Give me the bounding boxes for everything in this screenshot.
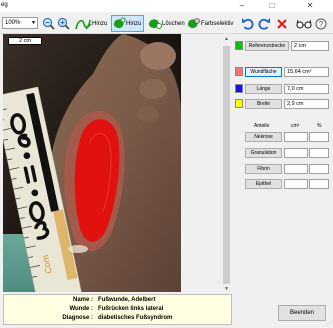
wound-photo: Com [3,34,181,292]
add-area-label: Hinzu [126,20,142,27]
red-x-icon [277,18,287,29]
wound-location-value: Fußrücken links lateral [98,306,164,312]
area-delete-icon [149,19,162,29]
necrosis-button[interactable]: Nekrose [245,132,282,142]
unit-cm2-label: cm² [291,123,300,129]
undo-icon [242,18,254,30]
unit-percent-label: % [317,123,322,129]
reference-swatch [235,41,243,50]
epithel-button[interactable]: Epithel [245,179,282,189]
scroll-down-icon[interactable]: ▼ [222,286,231,292]
zoom-in-icon [57,17,70,30]
fibrin-button[interactable]: Fibrin [245,164,282,174]
redo-icon [258,18,270,30]
granulation-percent [309,148,329,158]
view-options-button[interactable] [296,15,312,32]
toolbar: 100% ▼ Hinzu Hinzu Löschen Farbselektiv … [0,12,333,34]
maximize-icon[interactable]: □ [262,1,282,11]
granulation-cm2 [284,148,308,158]
finish-button[interactable]: Beenden [278,305,326,321]
scroll-thumb[interactable] [223,46,230,284]
zoom-out-icon [42,17,55,30]
parts-label: Anteile [254,123,270,129]
add-outline-label: Hinzu [92,20,108,27]
close-icon[interactable]: ✕ [300,1,320,11]
color-selective-icon [188,18,200,29]
width-value: 2,9 cm [284,99,329,109]
zoom-out-button[interactable] [42,15,55,32]
title-bar: eg – □ ✕ [0,0,333,12]
scale-label: 2 cm [8,37,42,45]
zoom-in-button[interactable] [57,15,70,32]
wound-location-key: Wunde : [69,306,93,312]
redo-button[interactable] [258,15,271,32]
length-value: 7,0 cm [284,84,329,94]
epithel-cm2 [284,179,308,189]
patient-info: Name : Fußwunde, Adelbert Wunde : Fußrüc… [3,294,232,325]
length-swatch [235,84,243,93]
color-selective-button[interactable]: Farbselektiv [186,15,233,32]
color-selective-label: Farbselektiv [201,20,234,27]
fibrin-percent [309,164,329,174]
glasses-icon [296,19,312,29]
window-title: eg [1,2,8,8]
necrosis-cm2 [284,132,308,142]
delete-button[interactable] [276,15,288,32]
epithel-percent [309,179,329,189]
add-area-button[interactable]: Hinzu [111,15,144,32]
svg-text:?: ? [319,20,324,29]
zoom-select[interactable]: 100% ▼ [2,17,38,29]
vertical-scrollbar[interactable]: ▲ ▼ [222,36,231,292]
fibrin-cm2 [284,164,308,174]
help-button[interactable]: ? [315,15,327,32]
minimize-icon[interactable]: – [232,1,252,11]
patient-name-key: Name : [72,297,93,303]
diagnosis-row: Diagnose : diabetisches Fußsyndrom [4,315,233,323]
length-button[interactable]: Länge [245,84,282,94]
width-swatch [235,99,243,108]
resize-grip-icon[interactable]: ⋰ [326,320,332,327]
help-icon: ? [315,18,327,29]
wound-location-row: Wunde : Fußrücken links lateral [4,306,233,314]
zoom-value: 100% [5,20,21,26]
outline-add-icon [75,19,92,29]
granulation-button[interactable]: Granulation [245,148,282,158]
reference-button[interactable]: Referenzstrecke [245,41,289,51]
chevron-down-icon: ▼ [31,20,36,26]
patient-name-row: Name : Fußwunde, Adelbert [4,297,233,305]
diagnosis-key: Diagnose : [62,315,93,321]
necrosis-percent [309,132,329,142]
diagnosis-value: diabetisches Fußsyndrom [98,315,173,321]
delete-area-button[interactable]: Löschen [147,15,185,32]
add-outline-button[interactable]: Hinzu [74,15,107,32]
width-button[interactable]: Breite [245,99,282,109]
measurement-panel: Referenzstrecke 2 cm Wundfläche 15,64 cm… [232,34,333,292]
area-add-icon [114,17,126,29]
reference-value[interactable]: 2 cm [291,41,329,51]
scroll-up-icon[interactable]: ▲ [222,36,231,42]
wound-area-value: 15,64 cm² [284,67,329,77]
wound-image-viewer[interactable]: Com 2 cm [3,34,181,292]
patient-name-value: Fußwunde, Adelbert [98,297,156,303]
undo-button[interactable] [241,15,254,32]
wound-area-swatch [235,67,243,76]
delete-area-label: Löschen [162,20,185,27]
wound-area-button[interactable]: Wundfläche [245,67,282,77]
